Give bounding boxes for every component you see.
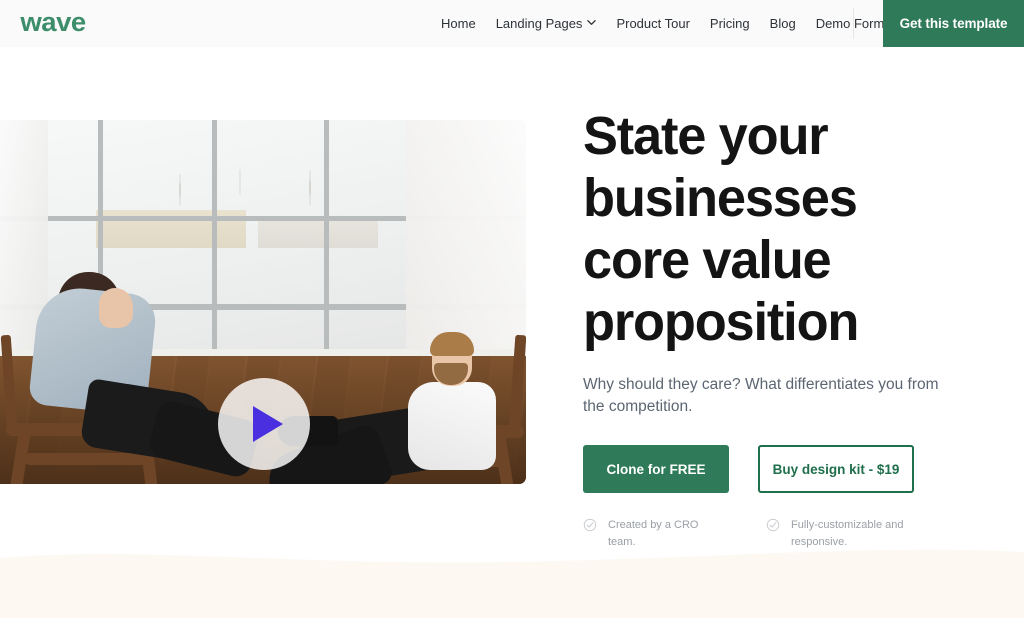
chevron-down-icon (587, 18, 597, 27)
site-header: wave Home Landing Pages Product Tour Pri… (0, 0, 1024, 47)
buy-design-kit-button[interactable]: Buy design kit - $19 (758, 445, 914, 493)
photo-person-right-hair (430, 332, 474, 356)
wave-divider-icon (0, 549, 1024, 618)
nav-item-label: Landing Pages (495, 16, 583, 31)
page-title: State your businesses core value proposi… (583, 106, 859, 352)
nav-item-pricing[interactable]: Pricing (700, 0, 760, 47)
hero-section: State your businesses core value proposi… (0, 47, 1024, 551)
hero-copy: State your businesses core value proposi… (583, 105, 983, 551)
nav-item-label: Home (441, 16, 476, 31)
brand-logo[interactable]: wave (20, 7, 86, 38)
nav-item-label: Pricing (709, 16, 750, 31)
header-divider (853, 8, 854, 39)
photo-window-mullion (212, 120, 217, 350)
nav-item-label: Demo Form (815, 16, 885, 31)
hero-video-thumbnail[interactable] (0, 120, 526, 484)
landing-page: wave Home Landing Pages Product Tour Pri… (0, 0, 1024, 618)
hero-subhead: Why should they care? What differentiate… (583, 376, 939, 415)
nav-item-blog[interactable]: Blog (760, 0, 806, 47)
photo-window-mullion (324, 120, 329, 350)
get-this-template-button[interactable]: Get this template (883, 0, 1024, 47)
clone-for-free-button[interactable]: Clone for FREE (583, 445, 729, 493)
nav-item-landing-pages[interactable]: Landing Pages (486, 0, 607, 47)
check-circle-icon (766, 518, 780, 537)
check-circle-icon (583, 518, 597, 537)
photo-person-right-shirt (408, 382, 496, 470)
photo-person-left-face (99, 288, 133, 328)
play-button[interactable] (218, 378, 310, 470)
nav-item-home[interactable]: Home (441, 0, 486, 47)
hero-button-row: Clone for FREE Buy design kit - $19 (583, 445, 983, 493)
play-icon (253, 406, 283, 442)
nav-item-label: Product Tour (616, 16, 690, 31)
nav-item-label: Blog (769, 16, 796, 31)
nav-item-demo-form[interactable]: Demo Form (806, 0, 895, 47)
main-navigation: Home Landing Pages Product Tour Pricing … (441, 0, 894, 47)
wave-section (0, 540, 1024, 618)
nav-item-product-tour[interactable]: Product Tour (606, 0, 699, 47)
